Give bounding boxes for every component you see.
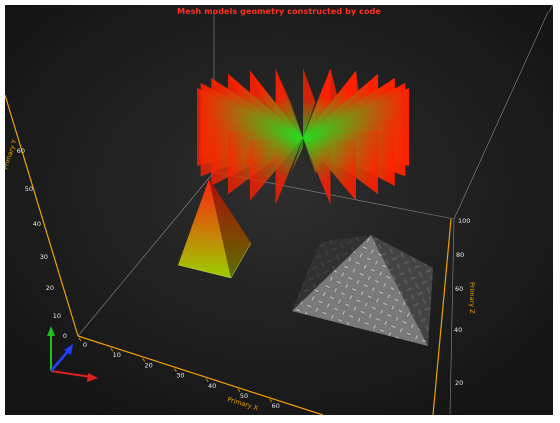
x-tick-label: 10 — [113, 351, 121, 359]
x-tick-label: 0 — [83, 341, 87, 349]
z-axis-title: Primary Z — [468, 282, 476, 314]
x-tick-label: 30 — [176, 372, 184, 380]
z-tick-label: 60 — [455, 285, 463, 293]
chart-title: Mesh models geometry constructed by code — [177, 7, 381, 16]
y-tick-label: 10 — [53, 312, 61, 320]
z-tick-label: 40 — [454, 326, 462, 334]
x-tick-label: 40 — [208, 382, 216, 390]
x-tick-label: 60 — [272, 402, 280, 410]
y-tick-label: 20 — [46, 284, 54, 292]
y-tick-label: 0 — [63, 332, 67, 340]
chart-viewport[interactable]: 0 10 20 30 40 50 60 0 10 20 30 40 50 60 100 80 60 40 20 … — [5, 5, 553, 415]
z-tick-label: 20 — [455, 379, 463, 387]
y-tick-label: 50 — [25, 185, 33, 193]
y-tick-label: 60 — [17, 147, 25, 155]
x-tick-label: 20 — [144, 361, 152, 369]
y-tick-label: 30 — [40, 253, 48, 261]
z-tick-label: 100 — [458, 217, 470, 225]
z-tick-label: 80 — [456, 251, 464, 259]
3d-scene[interactable]: 0102030405060 0102030405060 10080604020 … — [5, 5, 553, 415]
y-tick-label: 40 — [33, 220, 41, 228]
scene-background — [5, 5, 553, 415]
